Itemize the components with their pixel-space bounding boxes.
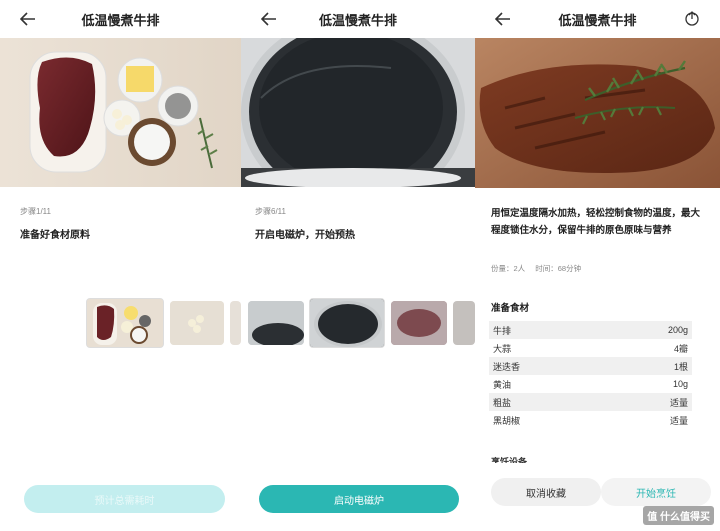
total-time-button[interactable]: 预计总需耗时 — [24, 485, 225, 513]
ingredient-qty: 适量 — [669, 415, 688, 426]
ingredient-name: 粗盐 — [493, 397, 512, 408]
ingredient-row: 黄油 10g — [489, 375, 692, 393]
ingredient-row: 大蒜 4瓣 — [489, 339, 692, 357]
ingredient-row: 黑胡椒 适量 — [489, 411, 692, 429]
ingredient-name: 迷迭香 — [493, 361, 521, 372]
step-thumbnail[interactable] — [453, 301, 475, 345]
equipment-heading: 烹饪设备 — [491, 457, 528, 463]
recipe-hero-image — [475, 38, 720, 188]
step-screen-6: 低温慢煮牛排 步骤6/11 开启电磁炉，开始预热 启动电磁炉 — [241, 0, 475, 531]
servings-label: 份量：2人 — [491, 264, 526, 273]
ingredient-qty: 10g — [672, 379, 688, 389]
ingredient-qty: 200g — [667, 325, 688, 335]
time-label: 时间：68分钟 — [535, 264, 582, 273]
step-thumbnail[interactable] — [248, 301, 304, 345]
ingredient-name: 牛排 — [493, 325, 512, 336]
recipe-detail-screen: 低温慢煮牛排 用恒定温度隔水加热，轻松控制食物的温度，最大程度锁住水分，保留牛排… — [475, 0, 720, 531]
step-thumbnail-selected[interactable] — [86, 298, 164, 348]
step-screen-1: 低温慢煮牛排 步骤1/11 准备好食材原料 预计总需耗时 — [0, 0, 241, 531]
recipe-description: 用恒定温度隔水加热，轻松控制食物的温度，最大程度锁住水分，保留牛排的原色原味与营… — [491, 208, 701, 236]
ingredients-heading: 准备食材 — [491, 303, 530, 314]
step-counter: 步骤1/11 — [20, 207, 51, 216]
ingredient-name: 大蒜 — [493, 343, 512, 354]
back-arrow-icon[interactable] — [259, 9, 279, 29]
title-bar: 低温慢煮牛排 — [241, 0, 475, 38]
step-counter: 步骤6/11 — [255, 207, 286, 216]
page-title: 低温慢煮牛排 — [318, 12, 397, 28]
screens-container: 低温慢煮牛排 步骤1/11 准备好食材原料 预计总需耗时 低温慢煮牛排 步骤6/… — [0, 0, 720, 531]
ingredient-qty: 4瓣 — [673, 343, 688, 354]
page-title: 低温慢煮牛排 — [558, 12, 637, 28]
ingredient-name: 黑胡椒 — [493, 415, 521, 426]
ingredient-qty: 1根 — [673, 361, 688, 372]
unfavorite-button[interactable]: 取消收藏 — [491, 478, 601, 506]
step-thumbnail[interactable] — [391, 301, 447, 345]
ingredient-name: 黄油 — [493, 379, 512, 390]
start-induction-button[interactable]: 启动电磁炉 — [259, 485, 459, 513]
recipe-meta: 份量：2人 时间：68分钟 — [491, 263, 589, 274]
watermark-logo: 值 什么值得买 — [643, 506, 714, 525]
step-hero-image — [241, 38, 475, 187]
title-bar: 低温慢煮牛排 — [0, 0, 241, 38]
back-arrow-icon[interactable] — [493, 9, 513, 29]
ingredient-row: 迷迭香 1根 — [489, 357, 692, 375]
share-icon[interactable] — [684, 10, 702, 28]
title-bar: 低温慢煮牛排 — [475, 0, 720, 38]
step-thumbnail[interactable] — [170, 301, 224, 345]
start-cooking-button[interactable]: 开始烹饪 — [601, 478, 711, 506]
ingredient-row: 牛排 200g — [489, 321, 692, 339]
back-arrow-icon[interactable] — [18, 9, 38, 29]
ingredient-qty: 适量 — [669, 397, 688, 408]
step-title: 准备好食材原料 — [20, 230, 90, 241]
ingredients-table: 牛排 200g 大蒜 4瓣 迷迭香 1根 黄油 10g 粗盐 适量 黑胡椒 适量 — [489, 321, 692, 429]
ingredient-row: 粗盐 适量 — [489, 393, 692, 411]
step-thumbnail[interactable] — [230, 301, 241, 345]
step-thumbnail-selected[interactable] — [309, 298, 385, 348]
step-hero-image — [0, 38, 241, 187]
page-title: 低温慢煮牛排 — [81, 12, 160, 28]
step-title: 开启电磁炉，开始预热 — [255, 230, 355, 241]
